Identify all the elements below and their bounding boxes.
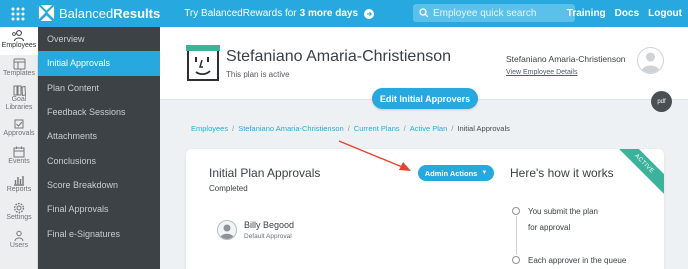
step-item: You submit the plan [512, 204, 626, 219]
employees-icon [12, 30, 24, 42]
sidebar-item-score-breakdown[interactable]: Score Breakdown [38, 173, 160, 197]
nav-label: Reports [6, 186, 32, 193]
promo-text: Try BalancedRewards for [184, 8, 297, 19]
step-item-continued: for approval [512, 220, 626, 235]
nav-goal-libraries[interactable]: Goal Libraries [0, 82, 38, 115]
sidebar-item-attachments[interactable]: Attachments [38, 124, 160, 148]
logout-link[interactable]: Logout [648, 8, 682, 19]
brand-mark-icon [38, 5, 55, 22]
brand-name-regular: Balanced [59, 6, 114, 21]
how-it-works-title: Here's how it works [510, 166, 614, 180]
sidebar-item-conclusions[interactable]: Conclusions [38, 148, 160, 172]
breadcrumb: Employees / Stefaniano Amaria-Christienson… [191, 124, 510, 133]
avatar[interactable] [637, 47, 664, 74]
step-text: Each approver in the queue [528, 256, 627, 265]
users-icon [14, 230, 24, 242]
sidebar-item-plan-content[interactable]: Plan Content [38, 76, 160, 100]
card-title: Initial Plan Approvals [209, 166, 321, 180]
breadcrumb-separator: / [232, 124, 235, 133]
nav-employees[interactable]: Employees [0, 27, 38, 55]
training-link[interactable]: Training [567, 8, 606, 19]
sidebar-item-initial-approvals[interactable]: Initial Approvals [38, 51, 160, 76]
settings-icon [13, 202, 25, 214]
pdf-button[interactable]: pdf [651, 91, 672, 112]
brand-name-bold: Results [113, 6, 161, 21]
nav-users[interactable]: Users [0, 227, 38, 255]
brand-logo[interactable]: Balanced Results [38, 5, 160, 22]
user-silhouette-icon [220, 224, 234, 239]
user-silhouette-icon [641, 52, 660, 73]
breadcrumb-current-plans[interactable]: Current Plans [354, 124, 400, 133]
arrow-right-circle-icon [364, 8, 375, 19]
nav-label: Goal Libraries [5, 96, 33, 111]
nav-label: Events [8, 158, 30, 165]
nav-label: Templates [3, 70, 35, 77]
admin-actions-button[interactable]: Admin Actions ▼ [418, 165, 494, 181]
approver-avatar [217, 220, 237, 240]
edit-initial-approvers-button[interactable]: Edit Initial Approvers [372, 88, 478, 109]
promo-days: 3 more days [299, 8, 359, 19]
active-ribbon: ACTIVE [610, 149, 664, 198]
employee-name: Stefaniano Amaria-Christienson [226, 48, 452, 65]
approver-name: Billy Begood [244, 220, 295, 230]
search-icon [419, 8, 429, 18]
sidebar-item-feedback-sessions[interactable]: Feedback Sessions [38, 100, 160, 124]
approval-status: Completed [209, 184, 248, 193]
breadcrumb-active-plan[interactable]: Active Plan [410, 124, 448, 133]
apps-grid-icon[interactable] [10, 6, 26, 22]
step-circle-icon [512, 207, 520, 215]
breadcrumb-current: Initial Approvals [457, 124, 510, 133]
icon-nav-bar: Employees Templates Goal Libraries Appro… [0, 27, 38, 269]
initial-approvals-card: Initial Plan Approvals Completed Admin A… [186, 149, 664, 269]
breadcrumb-separator: / [403, 124, 406, 133]
plan-status: This plan is active [226, 70, 290, 79]
breadcrumb-separator: / [451, 124, 454, 133]
nav-events[interactable]: Events [0, 143, 38, 171]
step-text: for approval [528, 223, 571, 232]
admin-actions-label: Admin Actions [424, 168, 478, 178]
search-box [413, 4, 575, 22]
view-employee-details-link[interactable]: View Employee Details [506, 69, 577, 76]
top-links: Training Docs Logout [558, 0, 682, 27]
promo-link[interactable]: Try BalancedRewards for 3 more days [184, 8, 375, 19]
goal-libraries-icon [13, 85, 26, 96]
templates-icon [13, 58, 25, 70]
approver-role: Default Approval [244, 233, 292, 240]
sidebar-item-final-e-signatures[interactable]: Final e-Signatures [38, 221, 160, 245]
nav-label: Approvals [3, 130, 35, 137]
nav-reports[interactable]: Reports [0, 171, 38, 199]
events-icon [13, 146, 25, 158]
nav-templates[interactable]: Templates [0, 55, 38, 82]
caret-down-icon: ▼ [481, 170, 488, 176]
sidebar-item-final-approvals[interactable]: Final Approvals [38, 197, 160, 221]
employee-avatar-icon [186, 45, 220, 81]
how-it-works-steps: You submit the plan for approval Each ap… [512, 204, 626, 268]
nav-label: Employees [1, 42, 37, 49]
nav-approvals[interactable]: Approvals [0, 115, 38, 143]
breadcrumb-employees[interactable]: Employees [191, 124, 228, 133]
step-item: Each approver in the queue [512, 253, 626, 268]
docs-link[interactable]: Docs [615, 8, 639, 19]
approvals-icon [14, 119, 24, 129]
breadcrumb-employee-name[interactable]: Stefaniano Amaria-Christienson [238, 124, 343, 133]
step-circle-icon [512, 256, 520, 264]
nav-label: Users [9, 242, 29, 249]
reports-icon [14, 176, 24, 186]
nav-settings[interactable]: Settings [0, 199, 38, 227]
top-bar: Balanced Results Try BalancedRewards for … [0, 0, 688, 27]
plan-sidebar: Overview Initial Approvals Plan Content … [38, 27, 160, 269]
step-text: You submit the plan [528, 207, 598, 216]
employee-name-secondary: Stefaniano Amaria-Christienson [506, 54, 626, 64]
search-input[interactable] [433, 7, 573, 19]
approver-row: Billy Begood Default Approval [217, 220, 294, 240]
nav-label: Settings [6, 214, 32, 221]
sidebar-item-overview[interactable]: Overview [38, 27, 160, 51]
breadcrumb-separator: / [347, 124, 350, 133]
